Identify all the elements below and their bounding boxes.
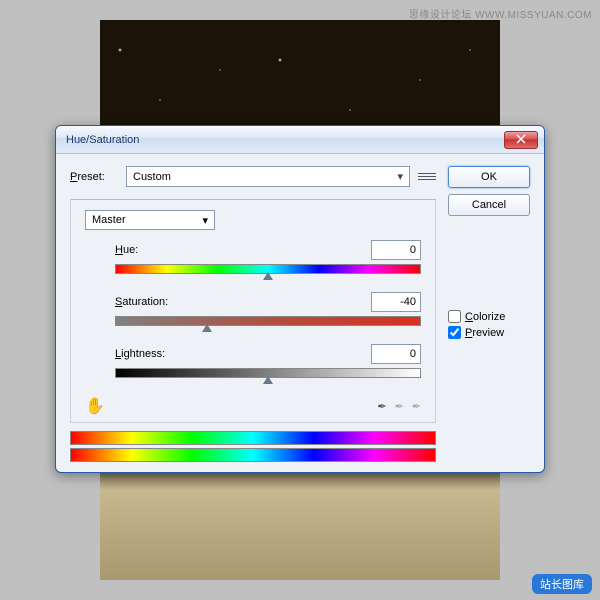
colorize-checkbox[interactable]: Colorize (448, 310, 530, 323)
preview-checkbox[interactable]: Preview (448, 326, 530, 339)
preview-label: Preview (465, 327, 504, 339)
colorize-input[interactable] (448, 310, 461, 323)
spectrum-before (70, 431, 436, 445)
adjust-panel: Master Hue: 0 Saturation: -40 (70, 199, 436, 423)
watermark-top: 思缘设计论坛 WWW.MISSYUAN.COM (409, 6, 592, 21)
hue-thumb[interactable] (263, 272, 273, 280)
saturation-slider[interactable] (115, 316, 421, 330)
preset-menu-icon[interactable] (418, 169, 436, 185)
eyedropper-subtract-icon[interactable]: ✒ (412, 400, 421, 413)
watermark-bottom: 站长图库 (532, 574, 592, 594)
lightness-thumb[interactable] (263, 376, 273, 384)
titlebar[interactable]: Hue/Saturation (56, 126, 544, 154)
hue-label: Hue: (115, 244, 371, 256)
saturation-thumb[interactable] (202, 324, 212, 332)
preset-label: Preset: (70, 171, 118, 183)
ok-button[interactable]: OK (448, 166, 530, 188)
dialog-title: Hue/Saturation (62, 134, 504, 146)
hue-input[interactable]: 0 (371, 240, 421, 260)
colorize-label: Colorize (465, 311, 505, 323)
lightness-label: Lightness: (115, 348, 371, 360)
lightness-input[interactable]: 0 (371, 344, 421, 364)
scrubby-hand-icon[interactable]: ✋ (85, 396, 105, 416)
preview-input[interactable] (448, 326, 461, 339)
hue-saturation-dialog: Hue/Saturation Preset: Custom Master Hue… (55, 125, 545, 473)
eyedropper-add-icon[interactable]: ✒ (395, 400, 404, 413)
eyedropper-icon[interactable]: ✒ (377, 400, 386, 413)
close-button[interactable] (504, 131, 538, 149)
cancel-button[interactable]: Cancel (448, 194, 530, 216)
lightness-slider[interactable] (115, 368, 421, 382)
channel-dropdown[interactable]: Master (85, 210, 215, 230)
saturation-label: Saturation: (115, 296, 371, 308)
preset-dropdown[interactable]: Custom (126, 166, 410, 187)
spectrum-after (70, 448, 436, 462)
hue-slider[interactable] (115, 264, 421, 278)
preset-value: Custom (133, 171, 171, 183)
channel-value: Master (92, 214, 126, 226)
saturation-input[interactable]: -40 (371, 292, 421, 312)
eyedropper-group: ✒ ✒ ✒ (377, 400, 421, 413)
